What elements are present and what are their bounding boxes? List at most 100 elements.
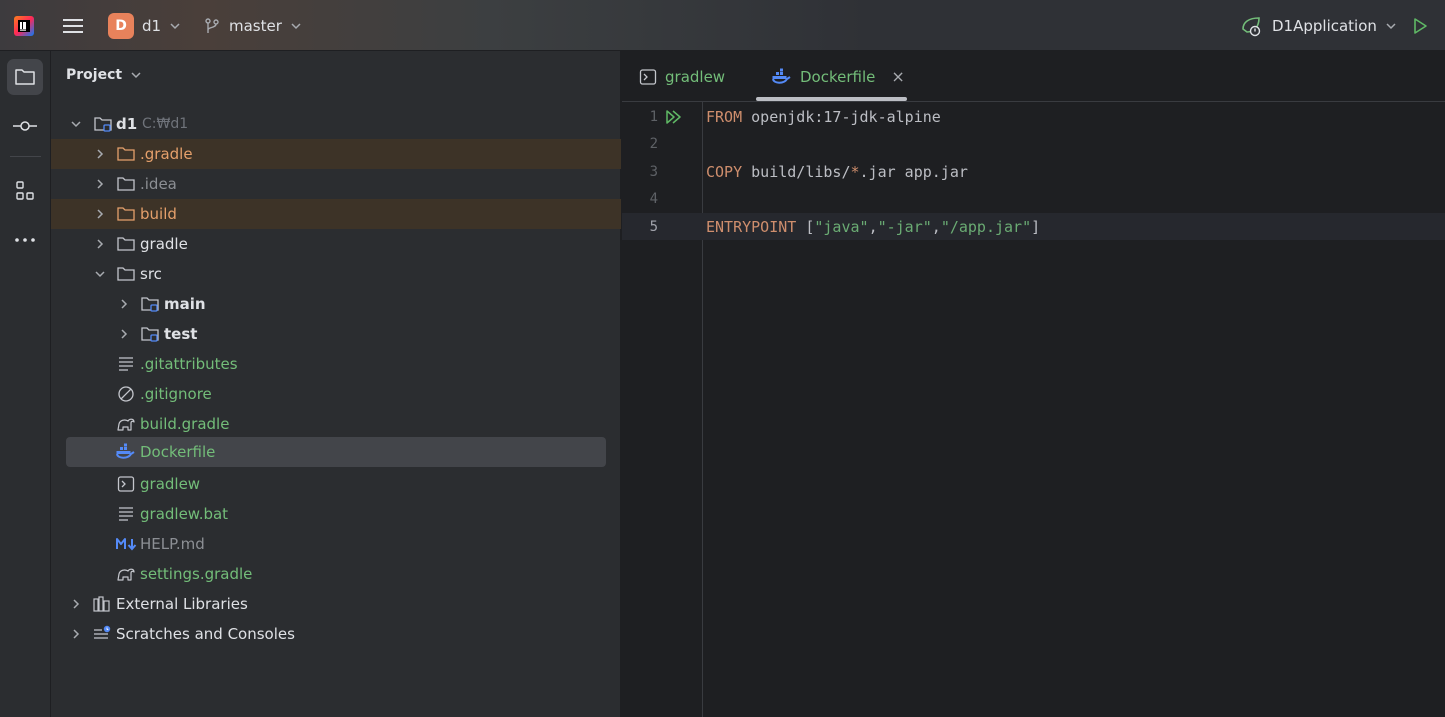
chevron-down-icon (170, 22, 180, 29)
chevron-down-icon (131, 72, 141, 79)
tree-item-scratches[interactable]: Scratches and Consoles (51, 619, 621, 649)
project-switcher[interactable]: D d1 (108, 0, 181, 51)
tree-label: gradle (140, 235, 188, 253)
terminal-file-icon (639, 68, 657, 85)
chevron-right-icon[interactable] (68, 626, 84, 642)
chevron-right-icon[interactable] (68, 596, 84, 612)
project-tool-button[interactable] (7, 59, 43, 95)
run-docker-gutter-icon[interactable] (664, 107, 684, 127)
vcs-branch-switcher[interactable]: master (203, 0, 302, 51)
code-line-3[interactable]: 3 COPY build/libs/*.jar app.jar (622, 158, 1445, 185)
code-line-2[interactable]: 2 (622, 130, 1445, 157)
tree-item-gitignore[interactable]: .gitignore (51, 379, 621, 409)
scratches-icon (92, 624, 112, 644)
tree-label: build (140, 205, 177, 223)
tree-label: src (140, 265, 162, 283)
main-toolbar: D d1 master D1Application (0, 0, 1445, 51)
tree-root-d1[interactable]: d1 C:₩d1 (51, 109, 621, 139)
chevron-right-icon[interactable] (116, 296, 132, 312)
close-icon[interactable]: × (891, 67, 904, 86)
play-icon (1414, 17, 1427, 34)
tree-label: d1 (116, 115, 138, 133)
chevron-right-icon[interactable] (116, 326, 132, 342)
chevron-right-icon[interactable] (92, 206, 108, 222)
main-menu-button[interactable] (62, 0, 86, 51)
folder-icon (116, 144, 136, 164)
chevron-down-icon (1386, 22, 1396, 29)
intellij-logo-icon[interactable] (12, 0, 38, 51)
tab-gradlew[interactable]: gradlew (639, 51, 725, 102)
code-text: FROM openjdk:17-jdk-alpine (706, 107, 941, 126)
text-file-icon (116, 504, 136, 524)
code-line-1[interactable]: 1 FROM openjdk:17-jdk-alpine (622, 103, 1445, 130)
line-number: 2 (649, 135, 658, 152)
docker-icon (772, 68, 791, 84)
folder-icon (15, 69, 35, 85)
tree-item-help-md[interactable]: HELP.md (51, 529, 621, 559)
gradle-elephant-icon (116, 564, 136, 584)
hamburger-icon (63, 18, 83, 33)
folder-icon (116, 234, 136, 254)
run-configuration-selector[interactable]: D1Application (1240, 0, 1397, 51)
folder-icon (116, 264, 136, 284)
more-tools-button[interactable] (7, 222, 43, 258)
tree-item-dot-gradle[interactable]: .gradle (51, 139, 621, 169)
tree-label: settings.gradle (140, 565, 253, 583)
tree-label: build.gradle (140, 415, 230, 433)
chevron-down-icon[interactable] (92, 266, 108, 282)
project-path: C:₩d1 (142, 116, 189, 132)
git-branch-icon (205, 17, 219, 33)
tree-item-dockerfile[interactable]: Dockerfile (66, 437, 606, 467)
gradle-elephant-icon (116, 414, 136, 434)
spring-boot-run-icon (1242, 16, 1261, 36)
code-line-4[interactable]: 4 (622, 185, 1445, 212)
tab-label: gradlew (665, 67, 726, 86)
tree-item-build[interactable]: build (51, 199, 621, 229)
tree-label: test (164, 325, 198, 343)
editor-tab-bar: gradlew Dockerfile × (622, 51, 1445, 102)
code-text: ENTRYPOINT ["java","-jar","/app.jar"] (706, 217, 1041, 236)
tree-item-test[interactable]: test (51, 319, 621, 349)
run-button[interactable] (1410, 0, 1430, 51)
chevron-right-icon[interactable] (92, 146, 108, 162)
tree-label: HELP.md (140, 535, 205, 553)
line-number: 5 (649, 218, 658, 235)
tree-item-settings-gradle[interactable]: settings.gradle (51, 559, 621, 589)
tree-label: Scratches and Consoles (116, 625, 295, 643)
code-text: COPY build/libs/*.jar app.jar (706, 162, 968, 181)
code-line-5[interactable]: 5 ENTRYPOINT ["java","-jar","/app.jar"] (622, 213, 1445, 240)
tree-label: main (164, 295, 206, 313)
chevron-right-icon[interactable] (92, 176, 108, 192)
panel-title: Project (66, 67, 123, 83)
tree-item-gradle[interactable]: gradle (51, 229, 621, 259)
project-view-selector[interactable]: Project (66, 67, 142, 83)
tree-label: .idea (140, 175, 177, 193)
active-tab-indicator (756, 97, 907, 101)
tree-item-main[interactable]: main (51, 289, 621, 319)
chevron-down-icon[interactable] (68, 116, 84, 132)
tree-item-gitattributes[interactable]: .gitattributes (51, 349, 621, 379)
editor-area: gradlew Dockerfile × 1 FROM openjdk:17-j… (622, 51, 1445, 717)
module-folder-icon (140, 294, 160, 314)
tree-label: .gitattributes (140, 355, 238, 373)
tree-item-src[interactable]: src (51, 259, 621, 289)
module-folder-icon (93, 114, 113, 134)
tool-separator (10, 156, 41, 157)
tree-item-dot-idea[interactable]: .idea (51, 169, 621, 199)
docker-icon (116, 442, 136, 462)
tree-label: gradlew (140, 475, 201, 493)
structure-tool-button[interactable] (7, 173, 43, 209)
tab-dockerfile[interactable]: Dockerfile × (772, 51, 905, 102)
line-number: 1 (649, 108, 658, 125)
chevron-right-icon[interactable] (92, 236, 108, 252)
tree-item-build-gradle[interactable]: build.gradle (51, 409, 621, 439)
tree-item-gradlew-bat[interactable]: gradlew.bat (51, 499, 621, 529)
tree-item-external-libraries[interactable]: External Libraries (51, 589, 621, 619)
tree-item-gradlew[interactable]: gradlew (51, 469, 621, 499)
line-number: 4 (649, 190, 658, 207)
commit-tool-button[interactable] (7, 108, 43, 144)
project-tool-window: Project d1 C:₩d1 .gradle .idea build gra… (51, 51, 621, 717)
module-folder-icon (140, 324, 160, 344)
branch-name: master (229, 16, 282, 35)
project-name: d1 (142, 16, 162, 35)
